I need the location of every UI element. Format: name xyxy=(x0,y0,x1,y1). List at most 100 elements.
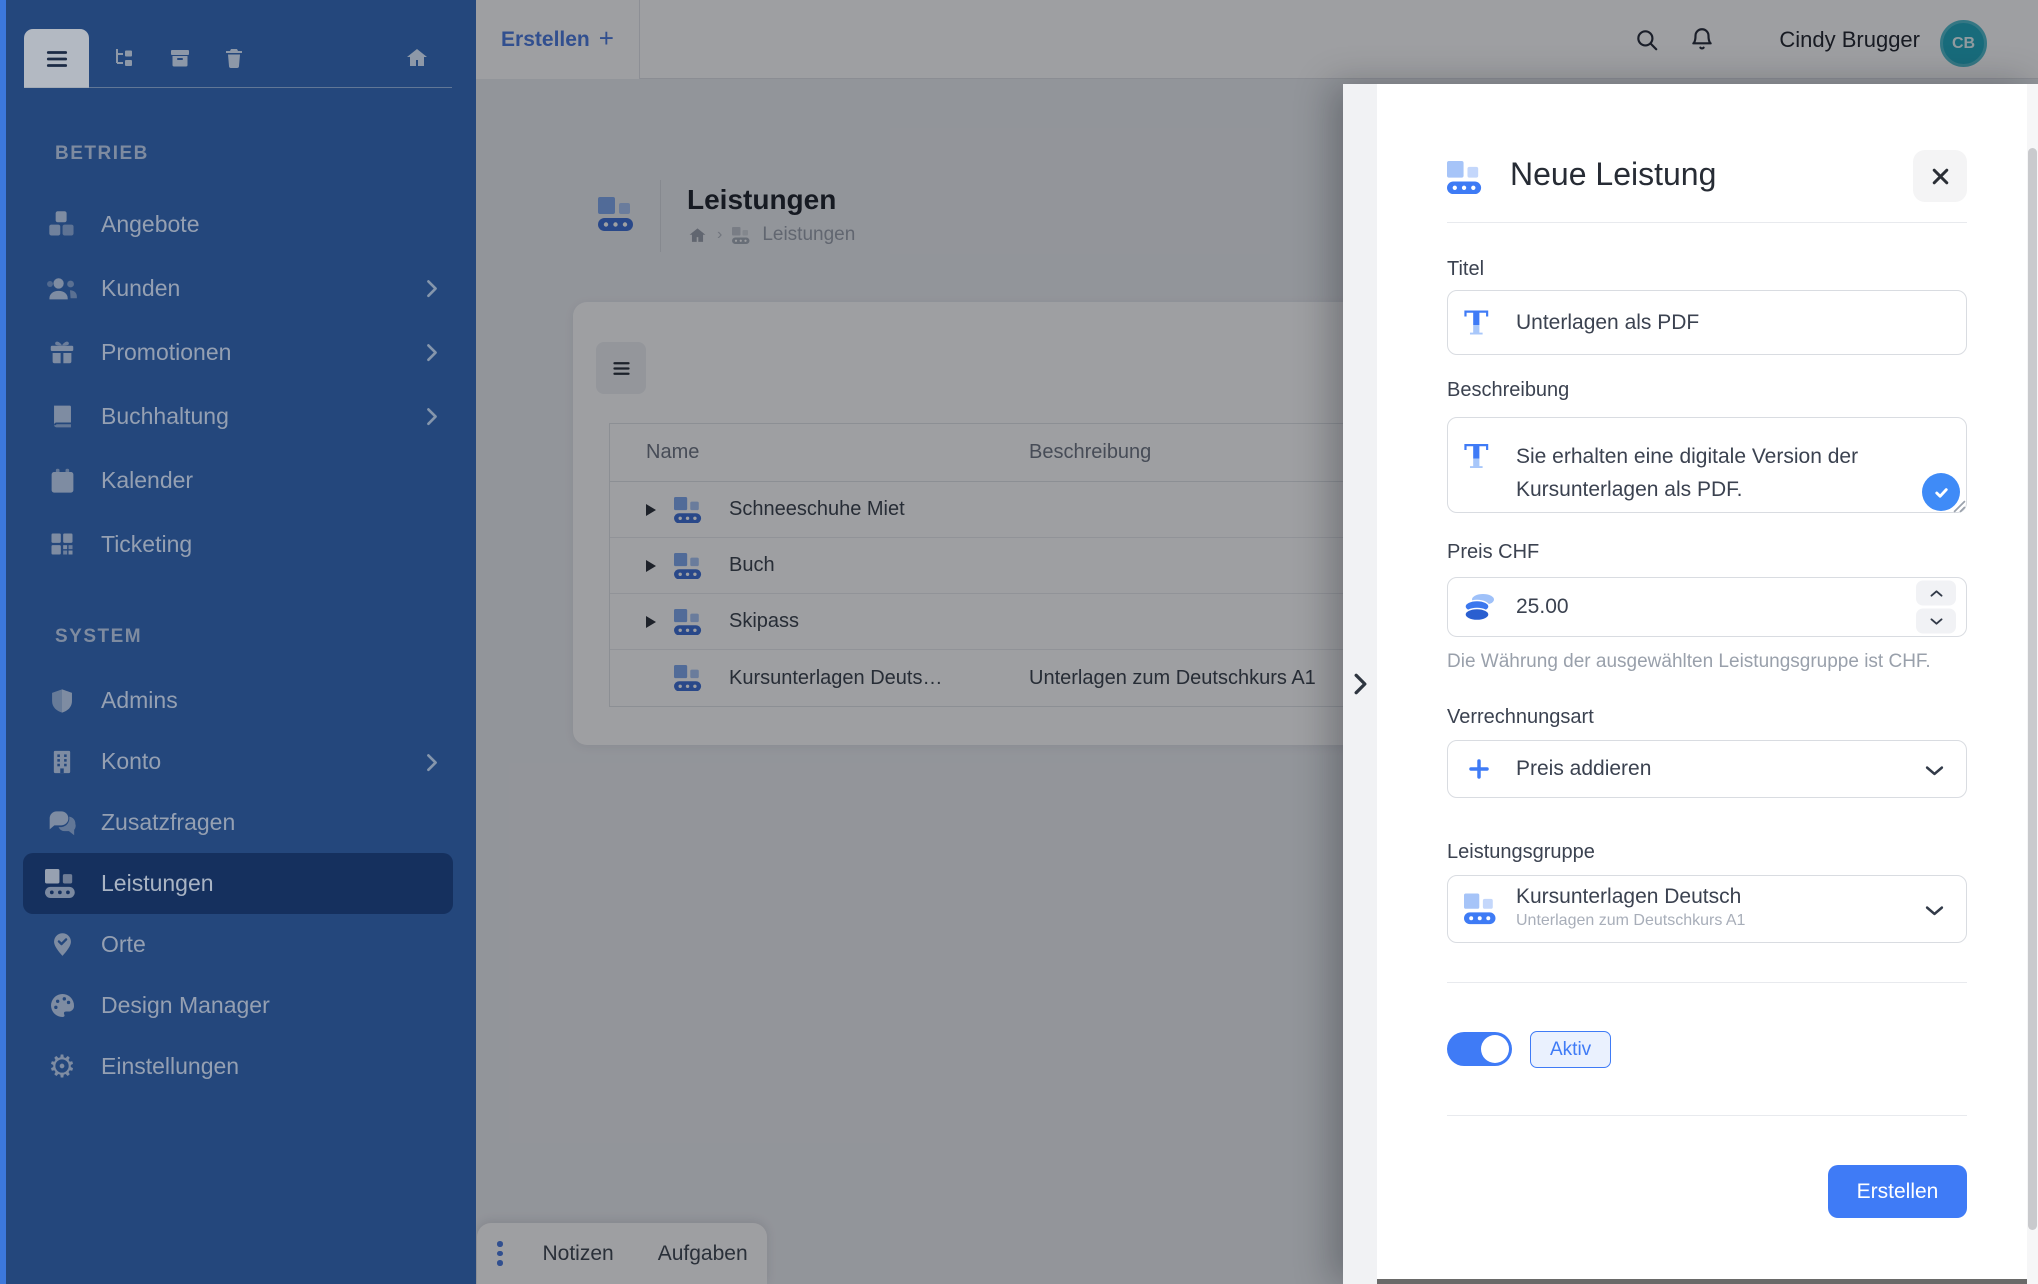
sidebar-item-angebote[interactable]: Angebote xyxy=(0,192,476,256)
resize-handle-icon[interactable] xyxy=(1953,500,1966,513)
sidebar-item-kalender[interactable]: Kalender xyxy=(0,448,476,512)
archive-icon[interactable] xyxy=(168,46,192,70)
preis-label: Preis CHF xyxy=(1447,541,1539,564)
drawer-body: Neue Leistung Titel T Unterlagen als PDF… xyxy=(1377,84,2038,1284)
aktiv-toggle[interactable] xyxy=(1447,1032,1512,1066)
divider xyxy=(24,87,452,88)
close-button[interactable] xyxy=(1913,150,1967,202)
blocks-icon xyxy=(1447,161,1486,197)
verrechnungsart-label: Verrechnungsart xyxy=(1447,706,1594,729)
book-icon xyxy=(45,399,79,433)
sidebar-item-label: Zusatzfragen xyxy=(101,809,235,836)
sidebar-item-kunden[interactable]: Kunden xyxy=(0,256,476,320)
app-screen: Erstellen + Cindy Brugger CB Leistungen … xyxy=(0,0,2038,1284)
titel-value: Unterlagen als PDF xyxy=(1516,311,1699,335)
titel-input[interactable]: T Unterlagen als PDF xyxy=(1447,290,1967,355)
sidebar-item-label: Promotionen xyxy=(101,339,231,366)
preis-stepper xyxy=(1916,581,1956,634)
verrechnungsart-value: Preis addieren xyxy=(1516,757,1651,781)
drawer-collapse-handle[interactable] xyxy=(1343,84,1377,1284)
cubes-icon xyxy=(45,207,79,241)
chevron-right-icon xyxy=(426,753,438,771)
building-icon xyxy=(45,745,79,779)
qr-icon xyxy=(45,527,79,561)
beschreibung-textarea[interactable]: T Sie erhalten eine digitale Version der… xyxy=(1447,417,1967,513)
beschreibung-label: Beschreibung xyxy=(1447,379,1569,402)
divider xyxy=(1447,222,1967,223)
palette-icon xyxy=(45,989,79,1023)
sidebar-item-label: Ticketing xyxy=(101,531,192,558)
scrollbar-thumb[interactable] xyxy=(2028,148,2037,1230)
sidebar-item-label: Design Manager xyxy=(101,992,270,1019)
plus-icon xyxy=(1466,756,1492,782)
menu-icon[interactable] xyxy=(24,29,89,88)
sidebar-item-design-manager[interactable]: Design Manager xyxy=(0,975,476,1036)
section-label-system: SYSTEM xyxy=(55,626,476,648)
stepper-down-button[interactable] xyxy=(1916,609,1956,634)
sidebar-item-label: Einstellungen xyxy=(101,1053,239,1080)
divider xyxy=(1447,982,1967,983)
sidebar-item-label: Kalender xyxy=(101,467,193,494)
sidebar-item-label: Kunden xyxy=(101,275,180,302)
drawer-scrollbar[interactable] xyxy=(2027,84,2038,1284)
preis-value: 25.00 xyxy=(1516,595,1569,619)
chevron-down-icon xyxy=(1930,617,1943,625)
sidebar-toolbar xyxy=(0,0,476,88)
beschreibung-value: Sie erhalten eine digitale Version der K… xyxy=(1516,440,1890,506)
stepper-up-button[interactable] xyxy=(1916,581,1956,606)
trash-icon[interactable] xyxy=(222,46,246,70)
text-icon: T xyxy=(1464,440,1489,473)
users-icon xyxy=(45,271,79,305)
sidebar-item-zusatzfragen[interactable]: Zusatzfragen xyxy=(0,792,476,853)
verrechnungsart-select[interactable]: Preis addieren xyxy=(1447,740,1967,798)
sidebar-item-konto[interactable]: Konto xyxy=(0,731,476,792)
preis-input[interactable]: 25.00 xyxy=(1447,577,1967,637)
chevron-right-icon xyxy=(426,343,438,361)
chevron-down-icon xyxy=(1925,764,1944,775)
drawer-title: Neue Leistung xyxy=(1510,156,1716,193)
leistungsgruppe-subtitle: Unterlagen zum Deutschkurs A1 xyxy=(1516,912,1745,930)
sidebar-item-einstellungen[interactable]: ⚙ Einstellungen xyxy=(0,1036,476,1097)
shield-icon xyxy=(45,684,79,718)
chevron-down-icon xyxy=(1925,904,1944,915)
sidebar-item-promotionen[interactable]: Promotionen xyxy=(0,320,476,384)
sidebar-item-label: Orte xyxy=(101,931,146,958)
close-icon xyxy=(1930,166,1951,187)
leistungsgruppe-select[interactable]: Kursunterlagen Deutsch Unterlagen zum De… xyxy=(1447,875,1967,943)
aktiv-badge: Aktiv xyxy=(1530,1031,1611,1068)
divider xyxy=(1447,1115,1967,1116)
coins-icon xyxy=(1462,591,1498,624)
blocks-icon xyxy=(45,867,79,901)
pin-icon xyxy=(45,928,79,962)
chevron-up-icon xyxy=(1930,589,1943,597)
sidebar-item-label: Leistungen xyxy=(101,870,214,897)
sidebar-item-buchhaltung[interactable]: Buchhaltung xyxy=(0,384,476,448)
neue-leistung-drawer: Neue Leistung Titel T Unterlagen als PDF… xyxy=(1343,84,2038,1284)
gift-icon xyxy=(45,335,79,369)
gear-icon: ⚙ xyxy=(45,1050,79,1084)
section-label-betrieb: BETRIEB xyxy=(55,143,476,165)
calendar-icon xyxy=(45,463,79,497)
leistungsgruppe-label: Leistungsgruppe xyxy=(1447,841,1595,864)
sidebar: BETRIEB Angebote Kunden Promotionen Buch… xyxy=(0,0,476,1284)
home-icon[interactable] xyxy=(405,46,429,70)
chat-icon xyxy=(45,806,79,840)
leistungsgruppe-texts: Kursunterlagen Deutsch Unterlagen zum De… xyxy=(1516,885,1745,930)
chevron-right-icon xyxy=(426,279,438,297)
leistungsgruppe-value: Kursunterlagen Deutsch xyxy=(1516,885,1745,909)
sidebar-item-label: Buchhaltung xyxy=(101,403,229,430)
blocks-icon xyxy=(1464,894,1500,925)
preis-helper-text: Die Währung der ausgewählten Leistungsgr… xyxy=(1447,651,1931,673)
sidebar-item-admins[interactable]: Admins xyxy=(0,670,476,731)
sidebar-item-label: Konto xyxy=(101,748,161,775)
sidebar-item-leistungen[interactable]: Leistungen xyxy=(23,853,453,914)
erstellen-button[interactable]: Erstellen xyxy=(1828,1165,1967,1218)
sidebar-item-label: Admins xyxy=(101,687,178,714)
titel-label: Titel xyxy=(1447,258,1484,281)
sidebar-item-orte[interactable]: Orte xyxy=(0,914,476,975)
text-icon: T xyxy=(1464,306,1489,339)
tree-icon[interactable] xyxy=(112,46,136,70)
chevron-right-icon xyxy=(426,407,438,425)
chevron-right-icon xyxy=(1354,673,1367,695)
sidebar-item-ticketing[interactable]: Ticketing xyxy=(0,512,476,576)
